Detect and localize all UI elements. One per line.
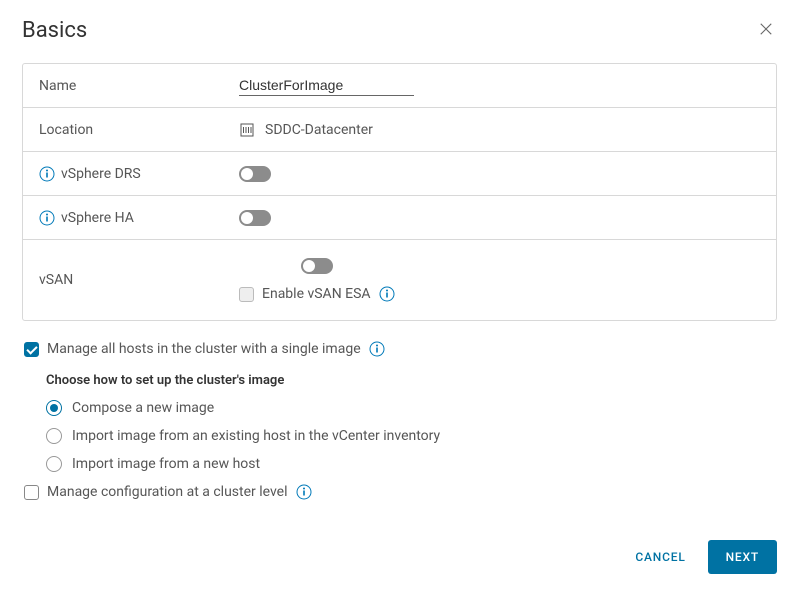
drs-toggle[interactable] xyxy=(239,166,271,182)
radio-import-new-row[interactable]: Import image from a new host xyxy=(46,456,777,472)
info-icon[interactable] xyxy=(39,210,55,226)
vsan-toggle[interactable] xyxy=(301,258,333,274)
datacenter-icon xyxy=(239,122,255,138)
radio-import-existing-label: Import image from an existing host in th… xyxy=(72,428,440,444)
radio-import-new-label: Import image from a new host xyxy=(72,456,260,472)
radio-import-new[interactable] xyxy=(46,456,62,472)
vsan-label: vSAN xyxy=(39,272,73,288)
close-icon[interactable] xyxy=(755,18,777,43)
info-icon[interactable] xyxy=(379,286,395,302)
next-button[interactable]: NEXT xyxy=(708,540,777,574)
row-drs: vSphere DRS xyxy=(23,152,776,196)
row-ha: vSphere HA xyxy=(23,196,776,240)
info-icon[interactable] xyxy=(39,166,55,182)
cancel-button[interactable]: CANCEL xyxy=(631,542,689,572)
row-vsan: vSAN Enable vSAN ESA xyxy=(23,240,776,320)
info-icon[interactable] xyxy=(296,484,312,500)
manage-config-label: Manage configuration at a cluster level xyxy=(47,484,288,500)
row-location: Location SDDC-Datacenter xyxy=(23,108,776,152)
drs-label: vSphere DRS xyxy=(61,166,141,182)
radio-import-existing[interactable] xyxy=(46,428,62,444)
radio-compose[interactable] xyxy=(46,400,62,416)
location-label: Location xyxy=(39,122,93,138)
row-name: Name xyxy=(23,64,776,108)
vsan-esa-label: Enable vSAN ESA xyxy=(262,286,371,302)
basics-form: Name Location SDDC-Datacenter vSphere DR… xyxy=(22,63,777,321)
manage-config-checkbox[interactable] xyxy=(24,485,39,500)
manage-config-row: Manage configuration at a cluster level xyxy=(24,484,777,500)
name-label: Name xyxy=(39,78,76,94)
name-input[interactable] xyxy=(239,75,414,96)
location-value: SDDC-Datacenter xyxy=(265,122,373,138)
page-title: Basics xyxy=(22,18,87,43)
ha-label: vSphere HA xyxy=(61,210,134,226)
radio-compose-row[interactable]: Compose a new image xyxy=(46,400,777,416)
vsan-esa-checkbox[interactable] xyxy=(239,287,254,302)
ha-toggle[interactable] xyxy=(239,210,271,226)
manage-hosts-checkbox[interactable] xyxy=(24,342,39,357)
manage-hosts-row: Manage all hosts in the cluster with a s… xyxy=(24,341,777,357)
radio-import-existing-row[interactable]: Import image from an existing host in th… xyxy=(46,428,777,444)
manage-hosts-label: Manage all hosts in the cluster with a s… xyxy=(47,341,361,357)
info-icon[interactable] xyxy=(369,341,385,357)
radio-compose-label: Compose a new image xyxy=(72,400,214,416)
image-setup-heading: Choose how to set up the cluster's image xyxy=(46,373,777,388)
